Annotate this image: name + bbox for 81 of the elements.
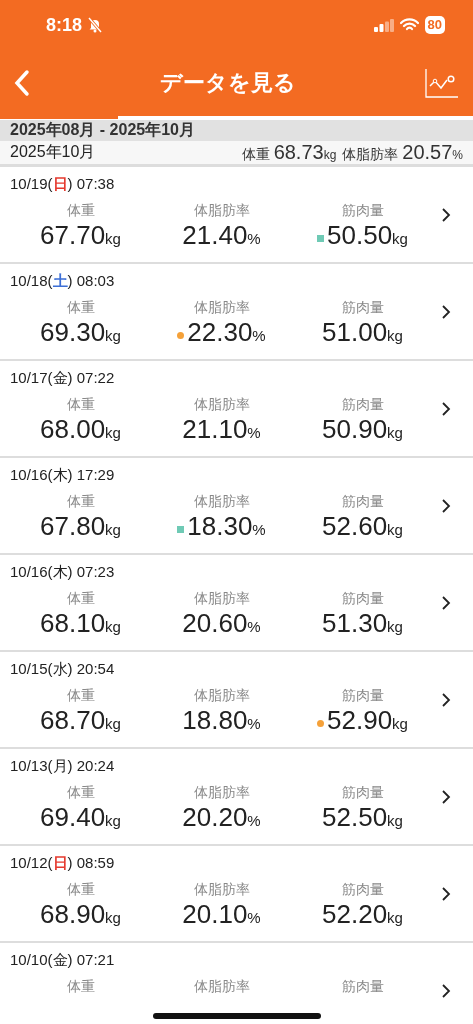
bell-muted-icon [88,17,103,33]
metric-value: 20.20% [182,802,261,833]
measurement-datetime: 10/18(土) 08:03 [10,272,116,291]
metric-label: 体重 [66,784,95,802]
metric-value: 18.30% [187,511,266,542]
metric-label: 筋肉量 [341,493,384,511]
metric-label: 筋肉量 [341,784,384,802]
measurement-datetime: 10/13(月) 20:24 [10,757,116,776]
metric-label: 体脂肪率 [193,493,250,511]
metric-label: 体重 [66,299,95,317]
metric-label: 体重 [66,202,95,220]
measurement-datetime: 10/12(日) 08:59 [10,854,116,873]
metric-value: 51.30kg [322,608,403,639]
chevron-right-icon [441,789,451,805]
month-label: 2025年10月 [10,142,97,162]
metric-value: 52.90kg [327,705,408,736]
chevron-right-icon [441,304,451,320]
date-range: 2025年08月 - 2025年10月 [10,120,195,140]
month-stat: 体重 68.73kg [241,141,337,164]
measurement-datetime: 10/10(金) 07:21 [10,951,116,970]
month-stat: 体脂肪率 20.57% [342,141,463,164]
measurement-datetime: 10/16(木) 17:29 [10,466,116,485]
metric-value: 50.50kg [327,220,408,251]
metric-value: 68.00kg [40,414,121,445]
metric-label: 体重 [66,396,95,414]
measurement-datetime: 10/17(金) 07:22 [10,369,116,388]
chevron-right-icon [441,983,451,999]
chevron-right-icon [441,207,451,223]
metric-label: 筋肉量 [341,687,384,705]
battery-level: 80 [424,16,445,34]
chevron-right-icon [441,692,451,708]
metric-label: 筋肉量 [341,202,384,220]
metric-label: 体脂肪率 [193,396,250,414]
chevron-right-icon [441,595,451,611]
metric-value: 67.70kg [40,220,121,251]
metric-label: 体脂肪率 [193,590,250,608]
metric-value: 21.40% [182,220,261,251]
metric-value: 69.40kg [40,802,121,833]
status-time: 8:18 [46,14,83,36]
metric-label: 筋肉量 [341,978,384,996]
signal-icon [373,18,394,32]
metric-label: 体脂肪率 [193,687,250,705]
metric-value: 20.60% [182,608,261,639]
chevron-right-icon [441,886,451,902]
metric-label: 体脂肪率 [193,299,250,317]
metric-value: 52.20kg [322,899,403,930]
metric-label: 体脂肪率 [193,784,250,802]
metric-label: 体重 [66,493,95,511]
metric-value: 51.00kg [322,317,403,348]
metric-value: 21.10% [182,414,261,445]
page-title: データを見る [158,69,297,97]
metric-label: 体重 [66,881,95,899]
back-button[interactable] [14,69,30,97]
metric-value: 52.60kg [322,511,403,542]
chevron-right-icon [441,498,451,514]
metric-value: 50.90kg [322,414,403,445]
metric-label: 筋肉量 [341,590,384,608]
metric-label: 筋肉量 [341,299,384,317]
metric-value: 18.80% [182,705,261,736]
measurement-datetime: 10/16(木) 07:23 [10,563,116,582]
metric-value: 69.30kg [40,317,121,348]
chevron-right-icon [441,401,451,417]
wifi-icon [399,18,419,32]
metric-label: 体重 [66,687,95,705]
metric-label: 筋肉量 [341,396,384,414]
metric-label: 筋肉量 [341,881,384,899]
chart-button[interactable] [425,68,459,98]
metric-value: 68.90kg [40,899,121,930]
metric-value: 22.30% [187,317,266,348]
measurement-datetime: 10/15(水) 20:54 [10,660,116,679]
metric-value: 20.10% [182,899,261,930]
metric-value: 68.70kg [40,705,121,736]
metric-value: 52.50kg [322,802,403,833]
metric-label: 体脂肪率 [193,202,250,220]
metric-label: 体重 [66,978,95,996]
measurement-datetime: 10/19(日) 07:38 [10,175,116,194]
metric-value: 68.10kg [40,608,121,639]
metric-value: 67.80kg [40,511,121,542]
metric-label: 体脂肪率 [193,881,250,899]
metric-label: 体脂肪率 [193,978,250,996]
metric-label: 体重 [66,590,95,608]
